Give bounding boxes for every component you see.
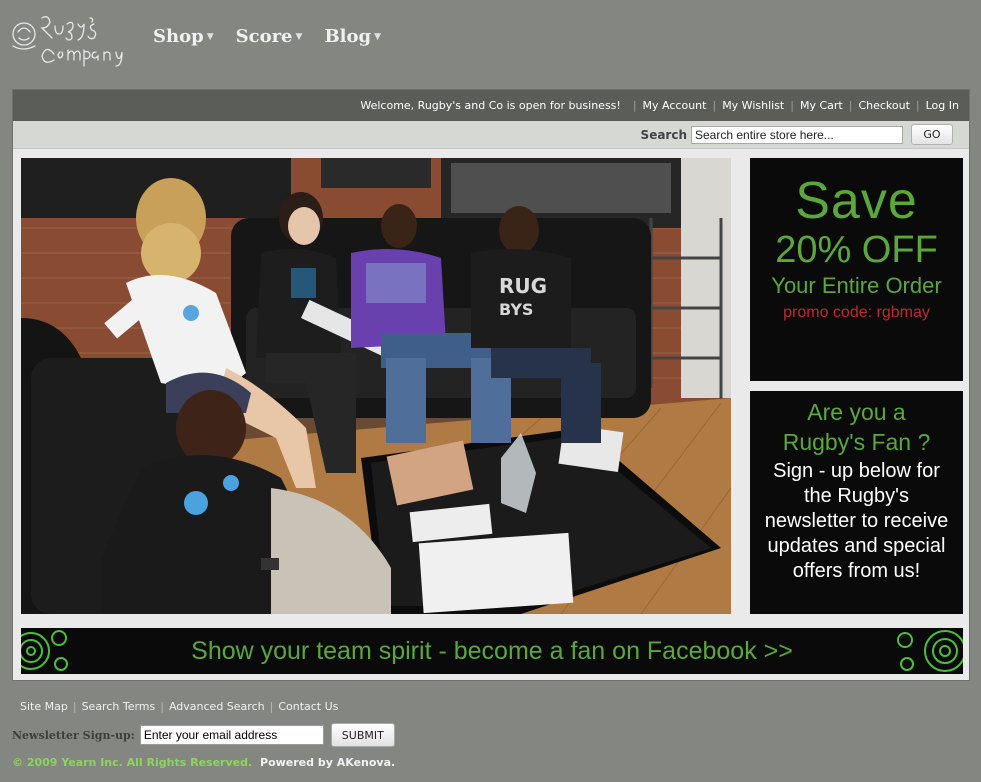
search-go-button[interactable]: GO bbox=[911, 124, 953, 145]
newsletter-email-input[interactable] bbox=[139, 725, 324, 745]
promo-subtitle: Your Entire Order bbox=[771, 273, 942, 298]
newsletter-form: Newsletter Sign-up: SUBMIT bbox=[12, 723, 395, 747]
search-input[interactable] bbox=[691, 125, 903, 144]
copyright-text: © 2009 Yearn Inc. All Rights Reserved. bbox=[12, 756, 253, 769]
site-map-link[interactable]: Site Map bbox=[20, 700, 68, 713]
nav-shop[interactable]: Shop ▼ bbox=[153, 26, 214, 47]
decorative-circles-right-icon bbox=[897, 630, 963, 672]
site-logo[interactable] bbox=[10, 10, 132, 74]
nav-blog-label: Blog bbox=[324, 26, 372, 47]
search-bar: Search GO bbox=[13, 121, 969, 149]
facebook-banner-text: Show your team spirit - become a fan on … bbox=[191, 636, 793, 665]
promo-discount: 20% OFF bbox=[775, 229, 938, 271]
nav-score[interactable]: Score ▼ bbox=[236, 26, 303, 47]
separator: | bbox=[790, 99, 794, 112]
promo-save-title: Save bbox=[795, 172, 918, 230]
checkout-link[interactable]: Checkout bbox=[858, 99, 909, 112]
logo-icon bbox=[12, 16, 123, 67]
top-navigation: Shop ▼ Score ▼ Blog ▼ bbox=[153, 26, 403, 47]
fan-question-line1: Are you a bbox=[807, 399, 906, 425]
welcome-message: Welcome, Rugby's and Co is open for busi… bbox=[360, 99, 621, 112]
nav-shop-label: Shop bbox=[153, 26, 204, 47]
account-links-bar: Welcome, Rugby's and Co is open for busi… bbox=[13, 90, 969, 121]
fan-question-line2: Rugby's Fan ? bbox=[782, 429, 931, 455]
separator: | bbox=[72, 700, 77, 713]
powered-by-text: Powered by AKenova. bbox=[260, 756, 396, 769]
facebook-banner[interactable]: Show your team spirit - become a fan on … bbox=[21, 628, 963, 674]
newsletter-submit-button[interactable]: SUBMIT bbox=[330, 723, 395, 747]
separator: | bbox=[915, 99, 920, 112]
separator: | bbox=[712, 99, 717, 112]
my-wishlist-link[interactable]: My Wishlist bbox=[722, 99, 784, 112]
hero-photo-illustration: RUG BYS bbox=[21, 158, 731, 614]
separator: | bbox=[632, 99, 637, 112]
footer-links: Site Map | Search Terms | Advanced Searc… bbox=[14, 700, 338, 713]
search-terms-link[interactable]: Search Terms bbox=[82, 700, 156, 713]
promo-fan-banner[interactable]: Are you a Rugby's Fan ? Sign - up below … bbox=[750, 391, 963, 614]
decorative-circles-left-icon bbox=[21, 630, 68, 671]
fan-description: Sign - up below for the Rugby's newslett… bbox=[764, 460, 949, 582]
separator: | bbox=[160, 700, 164, 713]
my-account-link[interactable]: My Account bbox=[643, 99, 707, 112]
my-cart-link[interactable]: My Cart bbox=[800, 99, 843, 112]
chevron-down-icon: ▼ bbox=[295, 31, 303, 42]
separator: | bbox=[848, 99, 853, 112]
svg-text:BYS: BYS bbox=[499, 300, 533, 319]
contact-us-link[interactable]: Contact Us bbox=[278, 700, 338, 713]
search-label: Search bbox=[640, 127, 687, 142]
log-in-link[interactable]: Log In bbox=[926, 99, 959, 112]
promo-save-banner[interactable]: Save 20% OFF Your Entire Order promo cod… bbox=[750, 158, 963, 381]
nav-score-label: Score bbox=[235, 26, 293, 47]
main-panel: Welcome, Rugby's and Co is open for busi… bbox=[12, 89, 970, 681]
promo-code: promo code: rgbmay bbox=[783, 304, 930, 321]
separator: | bbox=[269, 700, 274, 713]
copyright-line: © 2009 Yearn Inc. All Rights Reserved. P… bbox=[12, 756, 395, 769]
hero-image[interactable]: RUG BYS bbox=[21, 158, 731, 614]
chevron-down-icon: ▼ bbox=[206, 31, 214, 42]
nav-blog[interactable]: Blog ▼ bbox=[324, 26, 381, 47]
advanced-search-link[interactable]: Advanced Search bbox=[169, 700, 265, 713]
newsletter-label: Newsletter Sign-up: bbox=[12, 728, 135, 742]
chevron-down-icon: ▼ bbox=[374, 31, 382, 42]
svg-text:RUG: RUG bbox=[499, 274, 547, 298]
